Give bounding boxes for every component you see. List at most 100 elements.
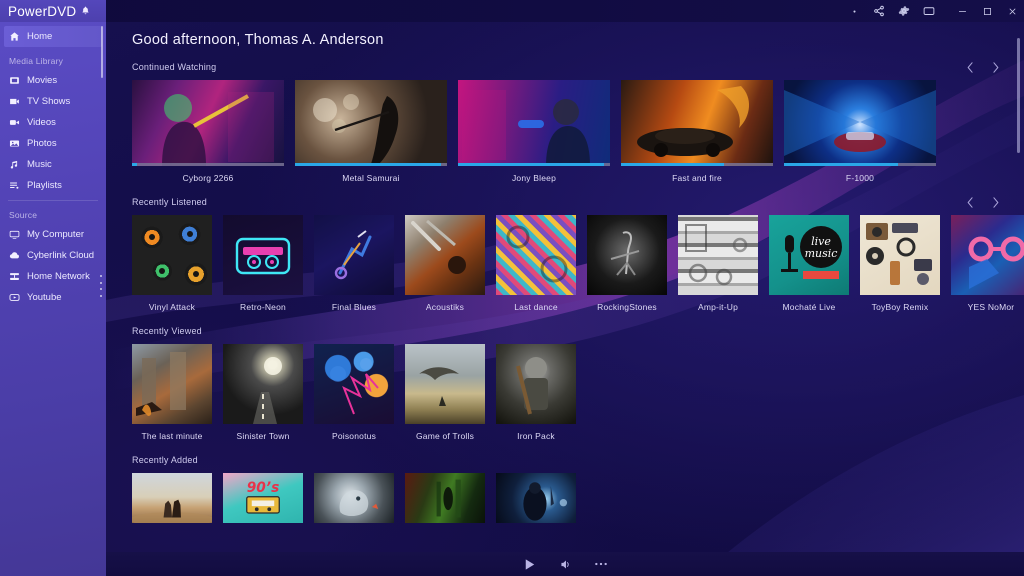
media-thumbnail[interactable] [132,473,212,523]
media-thumbnail[interactable] [678,215,758,295]
media-tile[interactable]: Game of Trolls [405,344,485,441]
media-tile[interactable] [496,473,576,523]
bell-icon[interactable] [81,6,90,17]
media-tile[interactable] [405,473,485,523]
sidebar-item-my-computer[interactable]: My Computer [0,224,106,245]
media-title: Jony Bleep [458,173,610,183]
media-tile[interactable]: Amp-it-Up [678,215,758,312]
sidebar-item-youtube[interactable]: Youtube [0,287,106,308]
row-next-arrow-icon[interactable] [989,61,1002,74]
media-thumbnail[interactable] [132,215,212,295]
media-tile[interactable]: Poisonotus [314,344,394,441]
row-prev-arrow-icon[interactable] [964,196,977,209]
more-options-button[interactable] [594,561,608,567]
sidebar-group-title: Source [0,201,106,224]
movie-icon [9,75,20,86]
window-controls [848,0,1018,22]
sidebar-item-label: Playlists [27,180,62,191]
media-thumbnail[interactable] [621,80,773,166]
title-bar: PowerDVD [0,0,1024,22]
sidebar-item-label: Videos [27,117,56,128]
media-title: Metal Samurai [295,173,447,183]
media-thumbnail[interactable] [458,80,610,166]
media-thumbnail[interactable] [405,473,485,523]
media-tile[interactable]: Retro-Neon [223,215,303,312]
sidebar-item-music[interactable]: Music [0,154,106,175]
row-nav-arrows [964,196,1002,209]
main-scrollbar[interactable] [1017,38,1020,153]
media-tile[interactable]: Final Blues [314,215,394,312]
media-tile[interactable] [314,473,394,523]
row-tiles: Cyborg 2266 Metal Samurai Jony Bleep Fas… [106,80,1024,183]
tv-icon [9,96,20,107]
sidebar: HomeMedia LibraryMoviesTV ShowsVideosPho… [0,22,106,576]
media-thumbnail[interactable]: 90’s [223,473,303,523]
sidebar-item-videos[interactable]: Videos [0,112,106,133]
media-tile[interactable]: livemusic Mochaté Live [769,215,849,312]
sidebar-item-playlists[interactable]: Playlists [0,175,106,196]
sidebar-scrollbar[interactable] [101,26,103,78]
media-thumbnail[interactable] [951,215,1024,295]
media-thumbnail[interactable] [496,215,576,295]
row-header: Recently Listened [106,195,1024,209]
row-next-arrow-icon[interactable] [989,196,1002,209]
media-tile[interactable]: Jony Bleep [458,80,610,183]
media-thumbnail[interactable] [132,80,284,166]
maximize-icon[interactable] [981,5,993,17]
row-title: Recently Added [132,455,198,465]
media-tile[interactable]: The last minute [132,344,212,441]
media-tile[interactable]: F-1000 [784,80,936,183]
media-tile[interactable]: Acoustiks [405,215,485,312]
sidebar-item-cyberlink-cloud[interactable]: Cyberlink Cloud [0,245,106,266]
media-tile[interactable]: YES NoMor [951,215,1024,312]
media-thumbnail[interactable] [860,215,940,295]
main-content: Good afternoon, Thomas A. Anderson Conti… [106,22,1024,552]
sidebar-item-label: TV Shows [27,96,70,107]
sidebar-item-photos[interactable]: Photos [0,133,106,154]
media-thumbnail[interactable] [314,215,394,295]
sidebar-resize-grip[interactable] [100,275,104,297]
media-tile[interactable]: Cyborg 2266 [132,80,284,183]
media-thumbnail[interactable] [223,215,303,295]
media-thumbnail[interactable] [587,215,667,295]
row-prev-arrow-icon[interactable] [964,61,977,74]
media-tile[interactable]: Vinyl Attack [132,215,212,312]
media-thumbnail[interactable] [496,344,576,424]
sidebar-item-home-network[interactable]: Home Network [0,266,106,287]
media-thumbnail[interactable] [132,344,212,424]
media-tile[interactable]: Iron Pack [496,344,576,441]
media-thumbnail[interactable] [496,473,576,523]
media-thumbnail[interactable] [314,473,394,523]
media-tile[interactable] [132,473,212,523]
media-thumbnail[interactable] [295,80,447,166]
sidebar-item-movies[interactable]: Movies [0,70,106,91]
youtube-icon [9,292,20,303]
media-tile[interactable]: RockingStones [587,215,667,312]
media-title: Sinister Town [223,431,303,441]
media-tile[interactable]: Last dance [496,215,576,312]
media-thumbnail[interactable] [314,344,394,424]
close-icon[interactable] [1006,5,1018,17]
gear-icon[interactable] [898,5,910,17]
media-thumbnail[interactable] [223,344,303,424]
share-icon[interactable] [873,5,885,17]
dot-indicator-icon[interactable] [848,5,860,17]
content-row-recently-viewed: Recently Viewed The last minute Sinister… [106,324,1024,441]
media-title: Final Blues [314,302,394,312]
row-title: Recently Viewed [132,326,202,336]
minimize-icon[interactable] [956,5,968,17]
sidebar-item-home[interactable]: Home [4,26,102,47]
media-tile[interactable]: 90’s [223,473,303,523]
media-thumbnail[interactable]: livemusic [769,215,849,295]
volume-button[interactable] [559,558,572,571]
media-tile[interactable]: Fast and fire [621,80,773,183]
play-button[interactable] [522,557,537,572]
media-thumbnail[interactable] [405,215,485,295]
media-thumbnail[interactable] [784,80,936,166]
cast-screen-icon[interactable] [923,5,935,17]
media-tile[interactable]: ToyBoy Remix [860,215,940,312]
sidebar-item-tv-shows[interactable]: TV Shows [0,91,106,112]
media-tile[interactable]: Metal Samurai [295,80,447,183]
media-thumbnail[interactable] [405,344,485,424]
media-tile[interactable]: Sinister Town [223,344,303,441]
